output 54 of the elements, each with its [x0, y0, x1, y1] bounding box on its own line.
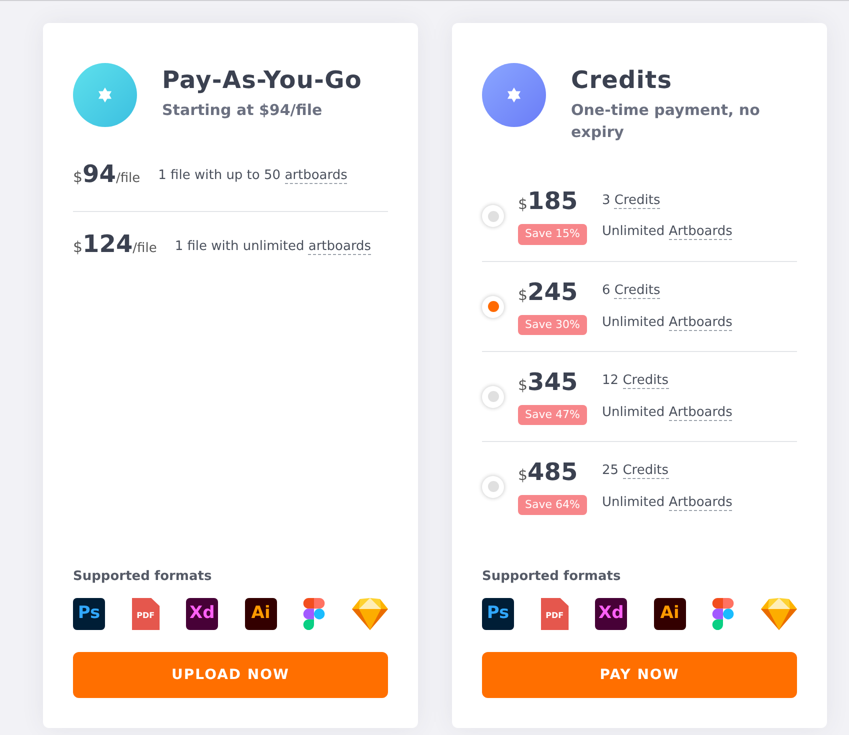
credit-count: 6 Credits [602, 282, 662, 300]
figma-icon [303, 598, 326, 630]
credit-count: 12 Credits [602, 372, 670, 390]
feature-text: Unlimited Artboards [602, 494, 732, 512]
discount-badge: Save 15% [518, 224, 587, 245]
radio-button[interactable] [482, 205, 504, 227]
diamond-icon [760, 598, 797, 630]
option-description: 1 file with up to 50 artboards [158, 167, 348, 186]
figma-icon [712, 598, 734, 630]
tooltip-term[interactable]: Artboards [668, 404, 732, 420]
feature-text: Unlimited Artboards [602, 314, 732, 332]
format-logo: Xd [186, 598, 218, 630]
feature-text: Unlimited Artboards [602, 223, 732, 242]
discount-badge: Save 64% [518, 494, 587, 516]
star-icon [96, 86, 114, 104]
tooltip-term[interactable]: Artboards [668, 494, 732, 510]
star-icon [505, 86, 523, 104]
plan-title: Pay-As-You-Go [162, 65, 362, 95]
tooltip-term[interactable]: Artboards [668, 224, 732, 240]
tooltip-term[interactable]: Credits [614, 192, 660, 208]
tooltip-term[interactable]: artboards [308, 238, 372, 255]
plan-subtitle: One-time payment, no expiry [571, 100, 761, 143]
discount-badge: Save 47% [518, 404, 587, 426]
format-logo: Xd [595, 598, 628, 630]
radio-button[interactable] [482, 386, 504, 408]
credit-count: 3 Credits [602, 192, 662, 210]
radio-button[interactable] [482, 476, 504, 498]
plan-title: Credits [571, 65, 674, 95]
tooltip-term[interactable]: artboards [284, 168, 348, 184]
plan-subtitle: Starting at $94/file [162, 100, 324, 121]
tooltip-term[interactable]: Artboards [668, 314, 732, 330]
price: $485 [518, 458, 579, 488]
price: $245 [518, 278, 579, 308]
tooltip-term[interactable]: Credits [622, 463, 669, 479]
radio-button[interactable] [482, 296, 504, 318]
price: $185 [518, 187, 579, 218]
feature-text: Unlimited Artboards [602, 404, 732, 422]
option-description: 1 file with unlimited artboards [174, 238, 372, 256]
formats-label: Supported formats [73, 568, 213, 586]
format-logo: Ai [244, 598, 277, 630]
price: $124/file [73, 229, 157, 260]
format-logo: Ai [654, 598, 686, 630]
price: $94/file [73, 158, 140, 190]
tooltip-term[interactable]: Credits [614, 283, 660, 299]
tooltip-term[interactable]: Credits [622, 373, 669, 389]
price: $345 [518, 368, 579, 398]
format-logo: Ps [482, 598, 514, 630]
pdf-file-icon: PDF [540, 598, 569, 630]
credit-count: 25 Credits [602, 462, 670, 480]
diamond-icon [352, 598, 388, 630]
discount-badge: Save 30% [518, 314, 587, 336]
pdf-file-icon: PDF [132, 598, 160, 630]
format-logo: Ps [73, 598, 105, 630]
formats-label: Supported formats [482, 568, 622, 586]
